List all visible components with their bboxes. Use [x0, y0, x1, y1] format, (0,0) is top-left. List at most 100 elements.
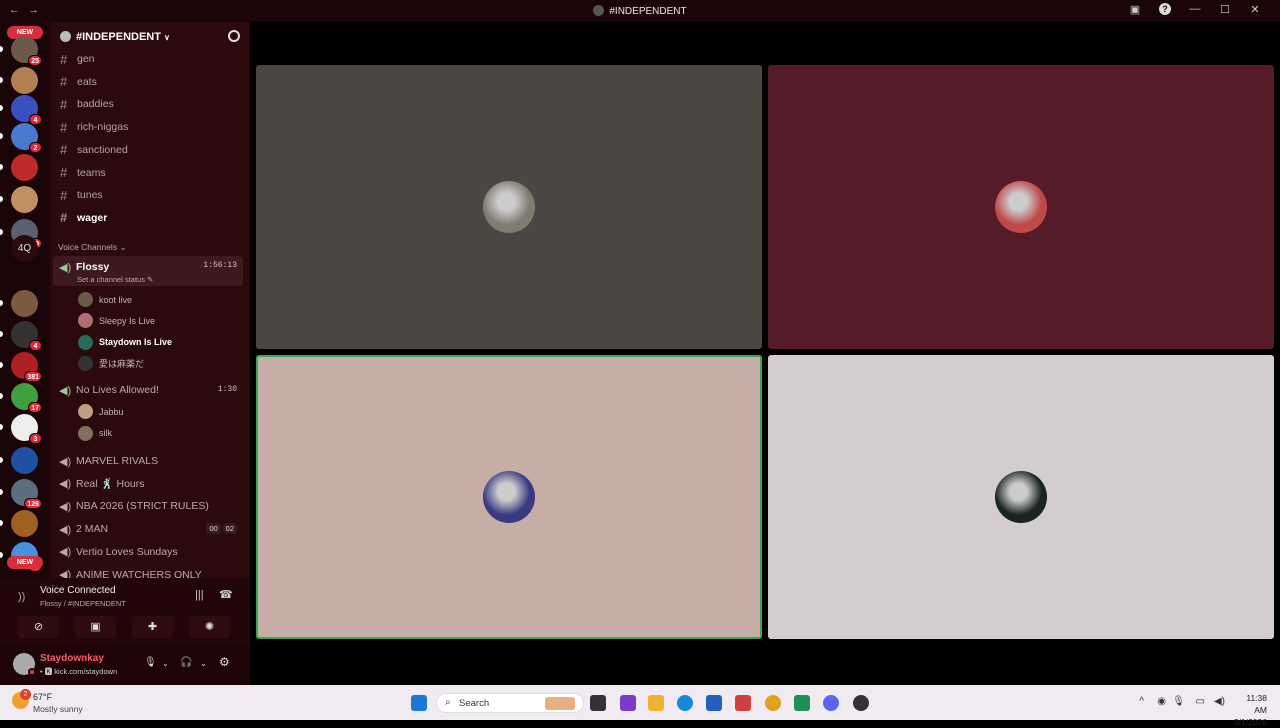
minimize-button[interactable]: — — [1180, 3, 1210, 16]
chevron-up-icon[interactable]: ^ — [1139, 696, 1144, 707]
chevron-down-icon[interactable]: ⌄ — [162, 659, 169, 668]
activities-button[interactable]: ✚ — [132, 616, 173, 638]
channel-gen[interactable]: # gen — [60, 49, 95, 69]
weather-icon[interactable]: 2 — [12, 689, 31, 709]
server-icon[interactable]: 4 — [11, 95, 42, 125]
voice-user[interactable]: koot live — [78, 290, 132, 309]
status-indicator — [28, 668, 36, 676]
server-4q[interactable]: 4Q — [11, 235, 38, 262]
voice-channel[interactable]: ◀) Real 🕺 Hours — [53, 474, 243, 494]
server-icon[interactable] — [11, 290, 38, 317]
voice-user[interactable]: 愛は麻薬だ — [78, 354, 144, 373]
video-tile[interactable] — [256, 65, 762, 349]
voice-connected-channel[interactable]: Flossy / #INDEPENDENT — [40, 599, 126, 608]
disconnect-icon[interactable]: ☎ — [219, 588, 233, 601]
voice-channel-no-lives[interactable]: ◀) No Lives Allowed! 1:30 — [53, 380, 243, 400]
video-tile[interactable] — [256, 355, 762, 639]
speaker-icon: ◀) — [59, 455, 72, 468]
username[interactable]: Staydownkay — [40, 653, 104, 664]
search-highlight-icon — [545, 697, 575, 710]
voice-channel[interactable]: ◀) ANIME WATCHERS ONLY — [53, 565, 243, 579]
help-button[interactable]: ? — [1150, 3, 1180, 16]
new-servers-pill-bottom[interactable]: NEW — [7, 556, 43, 569]
server-icon[interactable]: 17 — [11, 383, 42, 413]
voice-user[interactable]: Jabbu — [78, 402, 124, 421]
server-icon[interactable] — [11, 67, 38, 94]
store-icon[interactable] — [706, 695, 722, 711]
volume-icon[interactable]: ◀) — [1214, 696, 1225, 707]
microphone-icon[interactable]: 🎙 — [1172, 696, 1185, 707]
avatar — [78, 425, 93, 441]
task-view-icon[interactable] — [590, 695, 606, 711]
start-icon[interactable] — [411, 695, 427, 711]
voice-category-label: Voice Channels — [58, 242, 118, 252]
inbox-icon[interactable]: ▣ — [1120, 3, 1150, 16]
search-box[interactable]: ⌕ Search — [436, 693, 584, 713]
file-explorer-icon[interactable] — [648, 695, 664, 711]
channel-sanctioned[interactable]: # sanctioned — [60, 140, 128, 160]
voice-channel-flossy[interactable]: ◀) Flossy 1:56:13 Set a channel status ✎ — [53, 256, 243, 286]
clock[interactable]: 11:38 AM 3/1/2026 — [1234, 692, 1267, 728]
voice-user[interactable]: Staydown Is Live — [78, 333, 172, 352]
avatar — [78, 334, 93, 350]
channel-tunes[interactable]: # tunes — [60, 185, 103, 205]
hash-icon: # — [60, 142, 68, 158]
security-icon[interactable]: ◉ — [1157, 696, 1166, 707]
server-icon[interactable] — [11, 186, 38, 213]
server-icon[interactable]: 2 — [11, 123, 42, 153]
discord-icon[interactable] — [823, 695, 839, 711]
server-icon[interactable]: 126 — [11, 479, 42, 509]
voice-connected-label: Voice Connected — [40, 585, 116, 596]
gear-icon[interactable]: ⚙ — [219, 655, 230, 669]
noise-suppression-icon[interactable]: ||| — [195, 589, 204, 601]
server-icon[interactable] — [11, 510, 38, 537]
soundboard-button[interactable]: ✺ — [189, 616, 230, 638]
guild-name: #INDEPENDENT — [76, 31, 161, 43]
video-tile[interactable] — [768, 65, 1274, 349]
chevron-down-icon[interactable]: ⌄ — [200, 659, 207, 668]
channel-rich-niggas[interactable]: # rich-niggas — [60, 117, 128, 137]
screen-share-button[interactable]: ▣ — [75, 616, 116, 638]
app-icon[interactable] — [794, 695, 810, 711]
voice-channel[interactable]: ◀) Vertio Loves Sundays — [53, 542, 243, 562]
server-icon[interactable]: 25 — [11, 36, 42, 66]
edge-icon[interactable] — [677, 695, 693, 711]
microphone-icon[interactable]: 🎙 — [144, 657, 157, 668]
server-icon[interactable] — [11, 447, 38, 474]
channel-status-prompt[interactable]: Set a channel status ✎ — [77, 275, 153, 284]
voice-user-name: Sleepy Is Live — [99, 315, 156, 326]
guild-header[interactable]: #INDEPENDENT ∨ — [50, 22, 250, 52]
unread-badge: 3 — [29, 433, 42, 444]
close-button[interactable]: ✕ — [1240, 3, 1270, 16]
video-tile[interactable] — [768, 355, 1274, 639]
network-icon[interactable]: ▭ — [1196, 696, 1205, 707]
copilot-icon[interactable] — [620, 695, 636, 711]
channel-sidebar: #INDEPENDENT ∨ # gen # eats # baddies # rich-nig… — [50, 22, 250, 578]
server-icon[interactable]: 4 — [11, 321, 42, 351]
speaker-icon: ◀) — [59, 569, 72, 578]
channel-wager[interactable]: # wager — [60, 208, 107, 228]
voice-user[interactable]: Sleepy Is Live — [78, 311, 155, 330]
server-icon[interactable] — [11, 154, 38, 181]
channel-eats[interactable]: # eats — [60, 72, 97, 92]
invite-icon[interactable] — [228, 30, 240, 42]
channel-baddies[interactable]: # baddies — [60, 94, 114, 114]
server-icon[interactable]: 3 — [11, 414, 42, 444]
voice-channel[interactable]: ◀) MARVEL RIVALS — [53, 451, 243, 471]
headphones-icon[interactable]: 🎧 — [180, 657, 192, 668]
voice-channel[interactable]: ◀) NBA 2026 (STRICT RULES) — [53, 496, 243, 516]
voice-user[interactable]: silk — [78, 424, 112, 443]
channel-teams[interactable]: # teams — [60, 163, 106, 183]
camera-off-button[interactable]: ⊘ — [18, 616, 59, 638]
user-panel: Staydownkay • 🅺 kick.com/staydown 🎙 ⌄ 🎧 … — [0, 645, 250, 685]
chrome-icon[interactable] — [765, 695, 781, 711]
maximize-button[interactable]: ☐ — [1210, 3, 1240, 16]
signal-icon[interactable]: )) — [18, 591, 25, 603]
channel-name: gen — [77, 53, 95, 65]
voice-category[interactable]: Voice Channels ⌄ — [58, 242, 127, 253]
server-icon[interactable]: 381 — [11, 352, 42, 382]
voice-channel[interactable]: ◀) 2 MAN 00 02 — [53, 519, 243, 539]
obs-icon[interactable] — [853, 695, 869, 711]
app-icon[interactable] — [735, 695, 751, 711]
voice-timer: 1:30 — [217, 385, 237, 394]
